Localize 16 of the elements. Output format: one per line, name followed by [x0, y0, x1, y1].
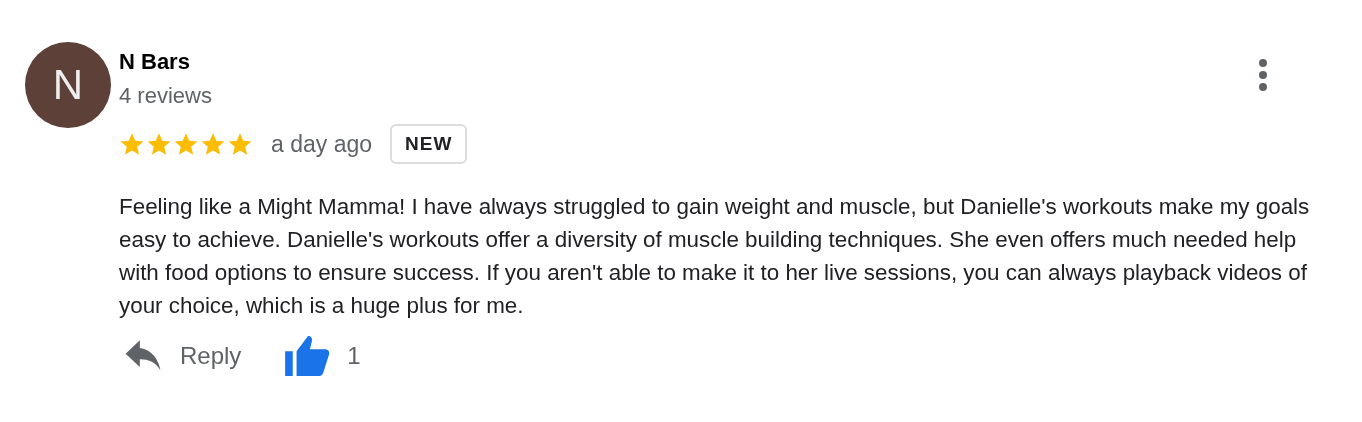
star-icon	[227, 131, 253, 157]
review-time: a day ago	[271, 130, 373, 158]
star-icon	[173, 131, 199, 157]
thumbs-up-icon	[285, 336, 332, 376]
review-count: 4 reviews	[119, 82, 213, 110]
review-text: Feeling like a Might Mamma! I have always struggled to gain weight and muscle, but Danielle's workouts make my goals easy to achieve. Danielle's workouts offer a diversity of muscle building techniques. She even offers much needed help with food options to ensure success. If you aren't able to make it to her live sessions, you can always playback videos of your choice, which is a huge plus for me.	[119, 193, 1311, 320]
star-icon	[146, 131, 172, 157]
like-button[interactable]: 1	[285, 336, 361, 376]
star-icon	[200, 131, 226, 157]
star-icon	[119, 131, 145, 157]
author-name: N Bars	[119, 48, 191, 76]
new-badge: NEW	[390, 124, 468, 164]
avatar: N	[25, 42, 111, 128]
reply-button[interactable]: Reply	[124, 340, 242, 372]
more-options-icon[interactable]	[1258, 58, 1268, 94]
reply-arrow-icon	[124, 340, 162, 372]
